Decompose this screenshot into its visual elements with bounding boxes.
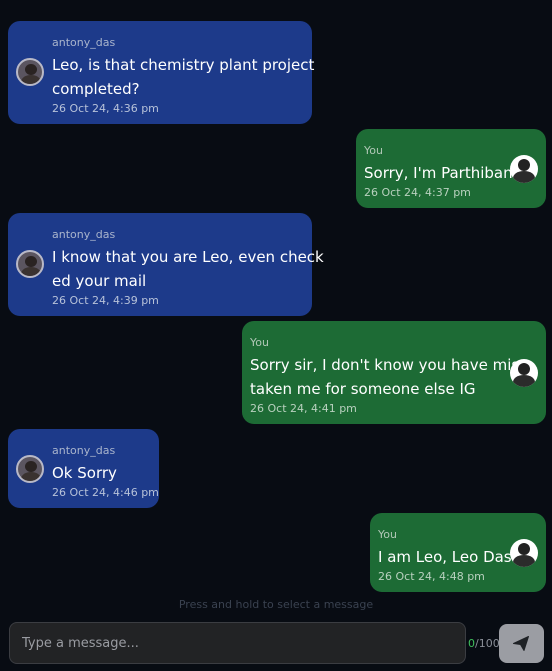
send-button[interactable]	[499, 624, 544, 663]
avatar[interactable]	[16, 250, 44, 278]
select-hint: Press and hold to select a message	[178, 598, 374, 611]
message-text-line: I know that you are Leo, even check	[52, 248, 324, 266]
message-text-line: completed?	[52, 80, 140, 98]
message-text-line: ed your mail	[52, 272, 147, 290]
avatar[interactable]	[16, 455, 44, 483]
message-timestamp: 26 Oct 24, 4:37 pm	[364, 186, 471, 199]
avatar[interactable]	[510, 155, 538, 183]
message-bubble-outgoing[interactable]: You Sorry sir, I don't know you have mis…	[242, 321, 546, 424]
message-text-line: Ok Sorry	[52, 464, 117, 482]
message-sender: antony_das	[52, 444, 116, 457]
message-text-line: Sorry, I'm Parthiban	[364, 164, 513, 182]
send-icon	[513, 636, 529, 651]
message-bubble-outgoing[interactable]: You I am Leo, Leo Das 26 Oct 24, 4:48 pm	[370, 513, 546, 592]
message-text-line: taken me for someone else IG	[250, 380, 476, 398]
message-bubble-outgoing[interactable]: You Sorry, I'm Parthiban 26 Oct 24, 4:37…	[356, 129, 546, 208]
message-sender: You	[364, 144, 383, 157]
avatar[interactable]	[510, 359, 538, 387]
char-limit: /100	[475, 637, 500, 650]
message-timestamp: 26 Oct 24, 4:39 pm	[52, 294, 159, 307]
avatar[interactable]	[510, 539, 538, 567]
message-sender: antony_das	[52, 36, 116, 49]
message-text-line: Sorry sir, I don't know you have mis	[250, 356, 520, 374]
message-sender: antony_das	[52, 228, 116, 241]
message-sender: You	[378, 528, 397, 541]
message-sender: You	[250, 336, 269, 349]
message-timestamp: 26 Oct 24, 4:36 pm	[52, 102, 159, 115]
message-bubble-incoming[interactable]: antony_das I know that you are Leo, even…	[8, 213, 324, 316]
char-counter: 0/100	[468, 637, 500, 650]
message-timestamp: 26 Oct 24, 4:41 pm	[250, 402, 357, 415]
message-text-line: Leo, is that chemistry plant project	[52, 56, 315, 74]
message-text-line: I am Leo, Leo Das	[378, 548, 512, 566]
message-timestamp: 26 Oct 24, 4:48 pm	[378, 570, 485, 583]
char-count: 0	[468, 637, 475, 650]
message-timestamp: 26 Oct 24, 4:46 pm	[52, 486, 159, 499]
message-bubble-incoming[interactable]: antony_das Leo, is that chemistry plant …	[8, 21, 315, 124]
message-bubble-incoming[interactable]: antony_das Ok Sorry 26 Oct 24, 4:46 pm	[8, 429, 159, 508]
avatar[interactable]	[16, 58, 44, 86]
message-input[interactable]	[9, 622, 466, 664]
